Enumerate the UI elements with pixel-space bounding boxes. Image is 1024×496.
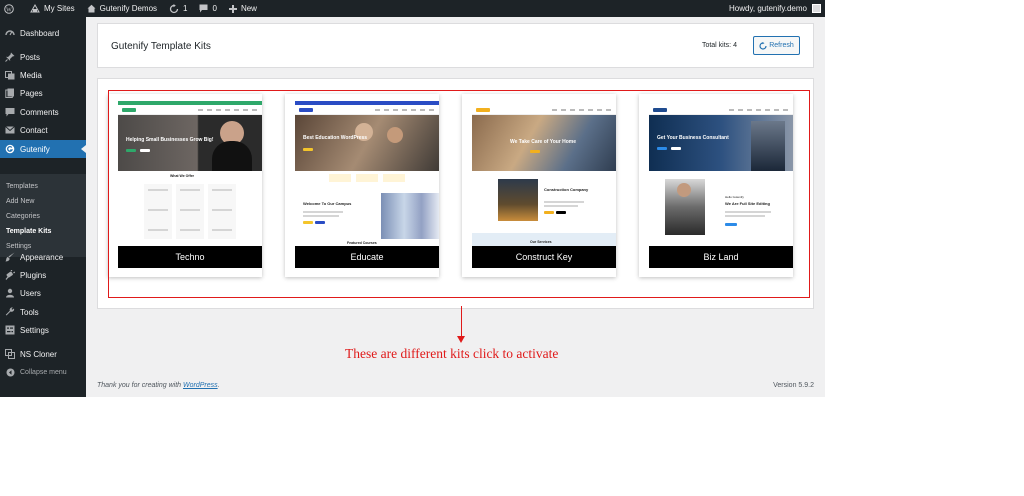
admin-bar-site-name[interactable]: Gutenify Demos <box>81 0 163 17</box>
pin-icon <box>0 52 20 62</box>
annotation-arrow-line <box>461 306 462 340</box>
footer-thanks-prefix: Thank you for creating with <box>97 382 183 389</box>
greeting-label: Howdy, gutenify.demo <box>729 4 807 13</box>
sidebar-item-comments[interactable]: Comments <box>0 103 86 121</box>
footer-thanks: Thank you for creating with WordPress. <box>97 382 220 389</box>
plug-icon <box>0 270 20 280</box>
admin-bar-updates[interactable]: 1 <box>163 0 193 17</box>
version-text: Version 5.9.2 <box>773 382 814 389</box>
refresh-button[interactable]: Refresh <box>753 36 800 55</box>
submenu-item-categories[interactable]: Categories <box>6 213 40 220</box>
settings-icon <box>0 325 20 335</box>
wp-admin-window: W My Sites Gutenify Demos 1 0 New Howdy,… <box>0 0 825 397</box>
gutenify-submenu: Templates Add New Categories Template Ki… <box>0 174 86 257</box>
sidebar-item-label: Plugins <box>20 270 47 280</box>
sidebar-item-settings[interactable]: Settings <box>0 321 86 339</box>
plus-icon <box>228 4 237 13</box>
avatar <box>812 4 821 13</box>
total-kits-label: Total kits: <box>701 42 732 49</box>
mail-icon <box>0 125 20 135</box>
sidebar-item-users[interactable]: Users <box>0 284 86 302</box>
total-kits: Total kits: 4 <box>702 42 737 49</box>
my-sites-icon <box>30 4 40 13</box>
sidebar-item-label: Tools <box>20 307 39 317</box>
wrench-icon <box>0 307 20 317</box>
kits-highlight-box <box>108 90 810 298</box>
my-sites-label: My Sites <box>44 4 75 13</box>
sidebar-item-label: NS Cloner <box>20 349 57 359</box>
admin-bar-wordpress-logo[interactable]: W <box>0 0 24 17</box>
sidebar-item-gutenify[interactable]: Gutenify <box>0 140 86 158</box>
sidebar-item-label: Contact <box>20 125 48 135</box>
updates-count: 1 <box>183 4 188 13</box>
home-icon <box>87 4 96 13</box>
gutenify-icon <box>0 144 20 154</box>
admin-bar: W My Sites Gutenify Demos 1 0 New Howdy,… <box>0 0 825 17</box>
collapse-menu-button[interactable]: Collapse menu <box>0 363 86 381</box>
admin-bar-new[interactable]: New <box>223 0 263 17</box>
sidebar-item-pages[interactable]: Pages <box>0 84 86 102</box>
admin-sidebar: Dashboard Posts Media Pages Comments Con… <box>0 17 86 397</box>
total-kits-value: 4 <box>733 42 737 49</box>
sidebar-item-label: Users <box>20 288 41 298</box>
sidebar-item-label: Pages <box>20 88 43 98</box>
submenu-item-add-new[interactable]: Add New <box>6 198 34 205</box>
sidebar-item-label: Dashboard <box>20 28 60 38</box>
brush-icon <box>0 252 20 262</box>
users-icon <box>0 288 20 298</box>
sidebar-item-label: Media <box>20 70 42 80</box>
collapse-icon <box>0 368 20 377</box>
comment-icon <box>0 107 20 117</box>
sidebar-item-label: Posts <box>20 52 41 62</box>
sidebar-item-tools[interactable]: Tools <box>0 303 86 321</box>
submenu-item-templates[interactable]: Templates <box>6 183 38 190</box>
comment-icon <box>199 4 208 13</box>
sidebar-item-ns-cloner[interactable]: NS Cloner <box>0 345 86 363</box>
sidebar-item-label: Settings <box>20 325 49 335</box>
svg-text:W: W <box>6 7 12 13</box>
refresh-label: Refresh <box>769 42 794 49</box>
media-icon <box>0 70 20 80</box>
sidebar-item-label: Gutenify <box>20 144 50 154</box>
collapse-menu-label: Collapse menu <box>20 368 67 376</box>
admin-bar-comments[interactable]: 0 <box>193 0 222 17</box>
dashboard-icon <box>0 28 20 38</box>
sidebar-item-media[interactable]: Media <box>0 66 86 84</box>
wordpress-link[interactable]: WordPress <box>183 382 218 389</box>
admin-bar-account[interactable]: Howdy, gutenify.demo <box>723 0 825 17</box>
sidebar-item-posts[interactable]: Posts <box>0 48 86 66</box>
new-label: New <box>240 4 257 13</box>
refresh-icon <box>759 41 767 50</box>
footer-thanks-suffix: . <box>217 382 220 389</box>
sidebar-item-contact[interactable]: Contact <box>0 121 86 139</box>
page-title: Gutenify Template Kits <box>111 41 211 52</box>
sidebar-item-dashboard[interactable]: Dashboard <box>0 24 86 42</box>
annotation-arrow-head <box>457 336 465 343</box>
site-name-label: Gutenify Demos <box>99 4 158 13</box>
comments-count: 0 <box>212 4 217 13</box>
kits-header-panel: Gutenify Template Kits Total kits: 4 Ref… <box>97 23 814 68</box>
sidebar-item-appearance[interactable]: Appearance <box>0 248 86 266</box>
annotation-text: These are different kits click to activa… <box>345 346 559 361</box>
admin-bar-my-sites[interactable]: My Sites <box>24 0 81 17</box>
wordpress-logo-icon: W <box>4 3 14 14</box>
sidebar-item-label: Comments <box>20 107 59 117</box>
submenu-item-template-kits[interactable]: Template Kits <box>6 228 51 235</box>
updates-icon <box>169 3 179 13</box>
pages-icon <box>0 88 20 98</box>
sidebar-item-plugins[interactable]: Plugins <box>0 266 86 284</box>
cloner-icon <box>0 349 20 359</box>
sidebar-item-label: Appearance <box>20 252 64 262</box>
